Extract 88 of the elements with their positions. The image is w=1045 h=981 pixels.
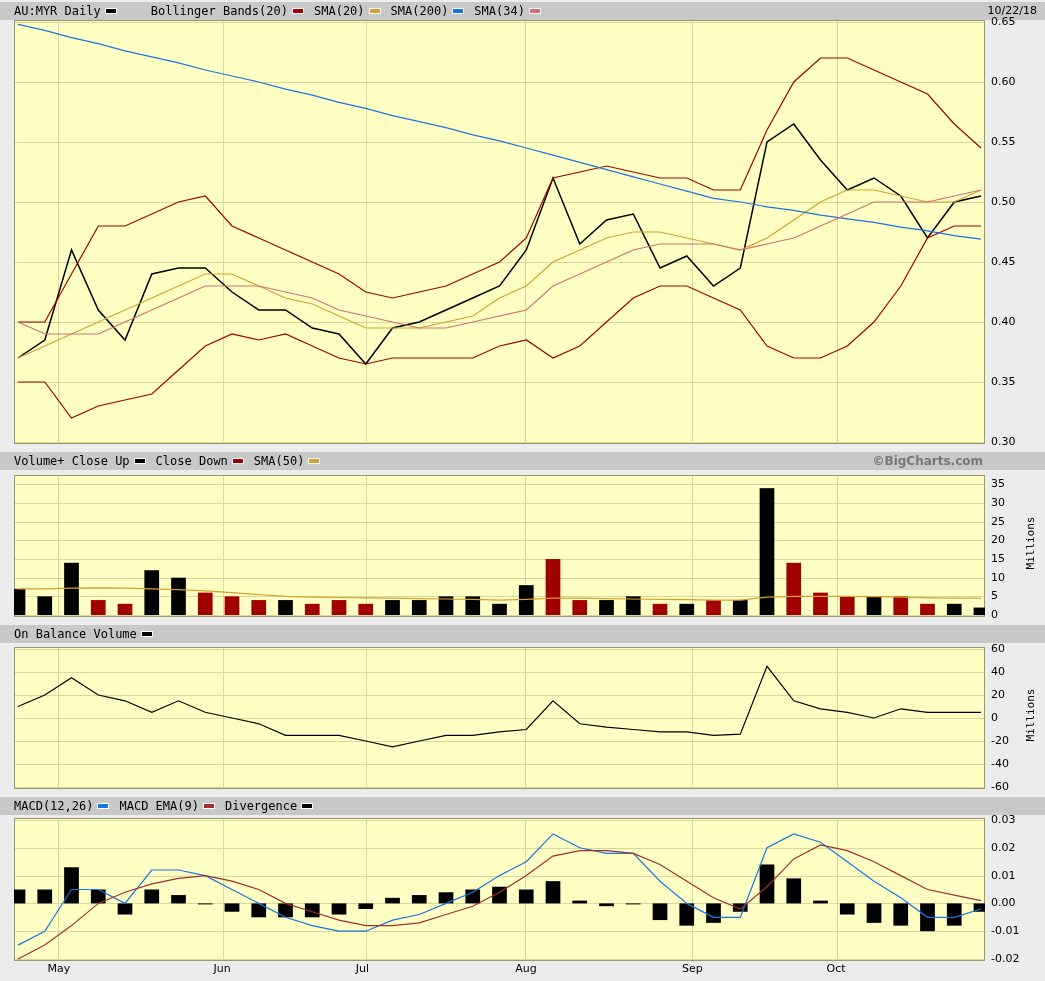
chart-bar (278, 600, 293, 615)
axis-label: Oct (826, 963, 846, 975)
axis-label: 0.60 (991, 76, 1016, 88)
chart-bar (973, 903, 985, 912)
chart-bar (14, 588, 26, 615)
chart-bar (786, 562, 802, 615)
axis-label: Aug (515, 963, 537, 975)
chart-bar (839, 903, 855, 915)
chart-bar (706, 903, 721, 923)
chart-bar (973, 607, 985, 615)
axis-label: 0.02 (991, 841, 1016, 854)
chart-bar (251, 600, 267, 615)
axis-label: -40 (991, 758, 1009, 770)
chart-bar (893, 596, 909, 615)
axis-label: 10 (991, 571, 1005, 584)
chart-bar (599, 903, 614, 907)
legend-label: SMA(34) (474, 3, 525, 20)
axis-label: May (47, 963, 71, 975)
axis-label: -20 (991, 735, 1009, 747)
chart-bar (732, 903, 748, 912)
chart-bar (251, 903, 267, 918)
axis-label: 0.30 (991, 436, 1016, 448)
axis-label: -60 (991, 781, 1009, 793)
chart-bar (385, 600, 400, 615)
chart-bar (572, 900, 588, 904)
legend-label: MACD(12,26) (14, 798, 94, 815)
chart-date: 10/22/18 (987, 2, 1037, 17)
axis-label: -0.01 (991, 925, 1020, 938)
credit-text: ©BigCharts.com (872, 453, 983, 470)
chart-bar (117, 903, 133, 915)
chart-bar (813, 900, 828, 904)
axis-label: 0 (991, 712, 998, 724)
axis-label: 0.55 (991, 136, 1016, 148)
legend-label: SMA(20) (314, 3, 365, 20)
axis-label: 0 (991, 609, 998, 621)
legend-label: Bollinger Bands(20) (150, 3, 288, 20)
chart-bar (171, 577, 186, 615)
chart-bar (679, 903, 695, 926)
axis-label: 25 (991, 515, 1005, 528)
chart-bar (64, 867, 79, 904)
axis-label: Sep (682, 963, 703, 975)
axis-label: 5 (991, 590, 998, 603)
chart-bar (920, 903, 935, 932)
chart-bar (171, 895, 186, 904)
chart-bar (411, 895, 427, 904)
chart-bar (786, 878, 802, 904)
chart-bar (144, 570, 160, 615)
axis-label: 30 (991, 497, 1005, 510)
legend-label: Divergence (224, 798, 298, 815)
axis-label: -0.02 (991, 953, 1020, 965)
chart-bar (893, 903, 909, 926)
chart-bar (37, 596, 53, 615)
axis-label: 35 (991, 478, 1005, 491)
axis-label: 20 (991, 534, 1005, 547)
legend-label: SMA(200) (390, 3, 449, 20)
axis-label: Jul (355, 963, 370, 975)
axis-title: Millions (1025, 688, 1038, 742)
chart-bar (599, 600, 614, 615)
axis-label: 40 (991, 666, 1005, 678)
axis-label: 0.03 (991, 814, 1016, 826)
legend-label: MACD EMA(9) (119, 798, 199, 815)
chart-bar (278, 903, 293, 918)
axis-label: 0.65 (991, 16, 1016, 28)
legend-label: AU:MYR Daily (14, 3, 101, 20)
axis-title: Millions (1025, 516, 1038, 570)
chart-bar (385, 897, 400, 904)
chart-bar (465, 596, 481, 615)
axis-label: 0.50 (991, 196, 1016, 208)
chart-bar (64, 562, 79, 615)
axis-label: 0.00 (991, 897, 1016, 910)
axis-label: 60 (991, 643, 1005, 655)
legend-label: On Balance Volume (14, 626, 137, 643)
legend-label: Volume+ Close Up (14, 453, 130, 470)
axis-label: 15 (991, 553, 1005, 566)
chart-bar (572, 600, 588, 615)
legend-label: SMA(50) (253, 453, 305, 470)
chart-bar (438, 892, 454, 904)
chart-bar (224, 903, 240, 912)
axis-label: 0.45 (991, 256, 1016, 268)
axis-label: 0.35 (991, 376, 1016, 388)
chart-bar (331, 903, 347, 915)
axis-label: 0.01 (991, 869, 1016, 882)
axis-label: Jun (213, 963, 231, 975)
chart-bar (14, 889, 26, 904)
axis-label: 20 (991, 689, 1005, 701)
legend-label: Close Down (155, 453, 228, 470)
axis-label: 0.40 (991, 316, 1016, 328)
chart-bar (358, 903, 374, 909)
